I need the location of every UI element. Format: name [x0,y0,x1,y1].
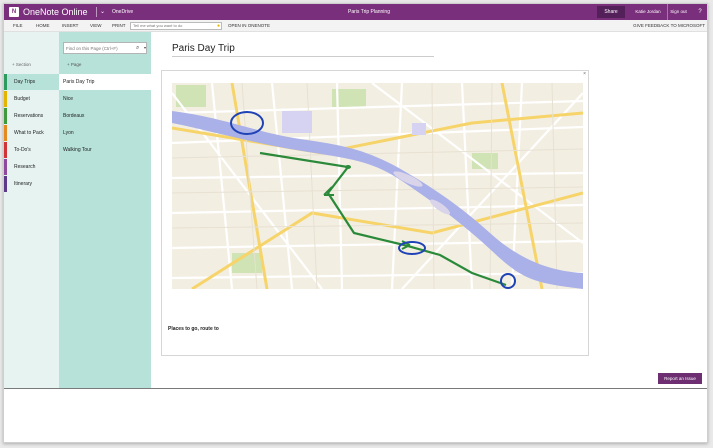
user-name[interactable]: Katie Jordan [631,4,665,20]
sign-out-link[interactable]: Sign out [667,4,689,20]
open-in-onenote-button[interactable]: OPEN IN ONENOTE [228,20,270,32]
app-name[interactable]: OneNote Online [23,6,88,18]
page-item-paris-day-trip[interactable]: Paris Day Trip [59,74,151,90]
add-page-button[interactable]: + Page [67,62,81,67]
add-section-label: Section [15,62,31,67]
section-item-budget[interactable]: Budget [4,91,59,107]
help-icon[interactable]: ? [694,4,706,20]
menu-insert[interactable]: INSERT [62,20,78,32]
menu-print[interactable]: PRINT [112,20,126,32]
map-graphic [172,83,583,289]
menu-view[interactable]: VIEW [90,20,102,32]
section-pane: + Section Day Trips Budget Reservations … [4,32,59,388]
section-item-research[interactable]: Research [4,159,59,175]
section-item-what-to-pack[interactable]: What to Pack [4,125,59,141]
tell-me-box[interactable]: ● [130,22,222,30]
report-issue-button[interactable]: Report an Issue [658,373,702,384]
page-item-lyon[interactable]: Lyon [59,125,151,141]
menu-bar: FILE HOME INSERT VIEW PRINT ● OPEN IN ON… [4,20,707,32]
notebook-title: Paris Trip Planning [348,9,390,15]
page-item-walking-tour[interactable]: Walking Tour [59,142,151,158]
page-pane: ⌕ ▾ + Page Paris Day Trip Nice Bordeaux … [59,32,151,388]
add-page-label: Page [70,62,82,67]
note-text[interactable]: Places to go, route to [168,326,219,332]
title-separator [96,7,97,17]
onenote-logo-icon[interactable]: N [9,7,19,17]
find-on-page-box[interactable]: ⌕ ▾ [63,42,147,54]
paris-map-image[interactable] [172,83,583,289]
close-icon[interactable]: × [583,71,586,77]
page-item-bordeaux[interactable]: Bordeaux [59,108,151,124]
bottom-divider [4,388,707,389]
menu-file[interactable]: FILE [13,20,23,32]
share-button[interactable]: Share [597,6,625,18]
onedrive-breadcrumb[interactable]: OneDrive [112,7,133,17]
page-item-nice[interactable]: Nice [59,91,151,107]
section-item-to-dos[interactable]: To-Do's [4,142,59,158]
find-on-page-input[interactable] [66,45,132,52]
onenote-window: N OneNote Online ⌄ OneDrive Paris Trip P… [3,3,708,443]
lightbulb-icon: ● [216,23,220,29]
search-icon[interactable]: ⌕ [136,43,139,53]
menu-home[interactable]: HOME [36,20,50,32]
chevron-down-icon[interactable]: ⌄ [100,7,105,17]
page-canvas[interactable]: Paris Day Trip × Places to go, route to … [151,32,707,388]
give-feedback-link[interactable]: GIVE FEEDBACK TO MICROSOFT [633,20,705,32]
add-section-button[interactable]: + Section [12,62,31,67]
note-container[interactable]: × Places to go, route to [161,70,589,356]
section-item-day-trips[interactable]: Day Trips [4,74,59,90]
title-bar: N OneNote Online ⌄ OneDrive Paris Trip P… [4,4,707,20]
tell-me-input[interactable] [131,23,215,29]
section-item-itinerary[interactable]: Itinerary [4,176,59,192]
page-title[interactable]: Paris Day Trip [172,41,434,57]
section-item-reservations[interactable]: Reservations [4,108,59,124]
chevron-down-icon[interactable]: ▾ [144,43,146,53]
